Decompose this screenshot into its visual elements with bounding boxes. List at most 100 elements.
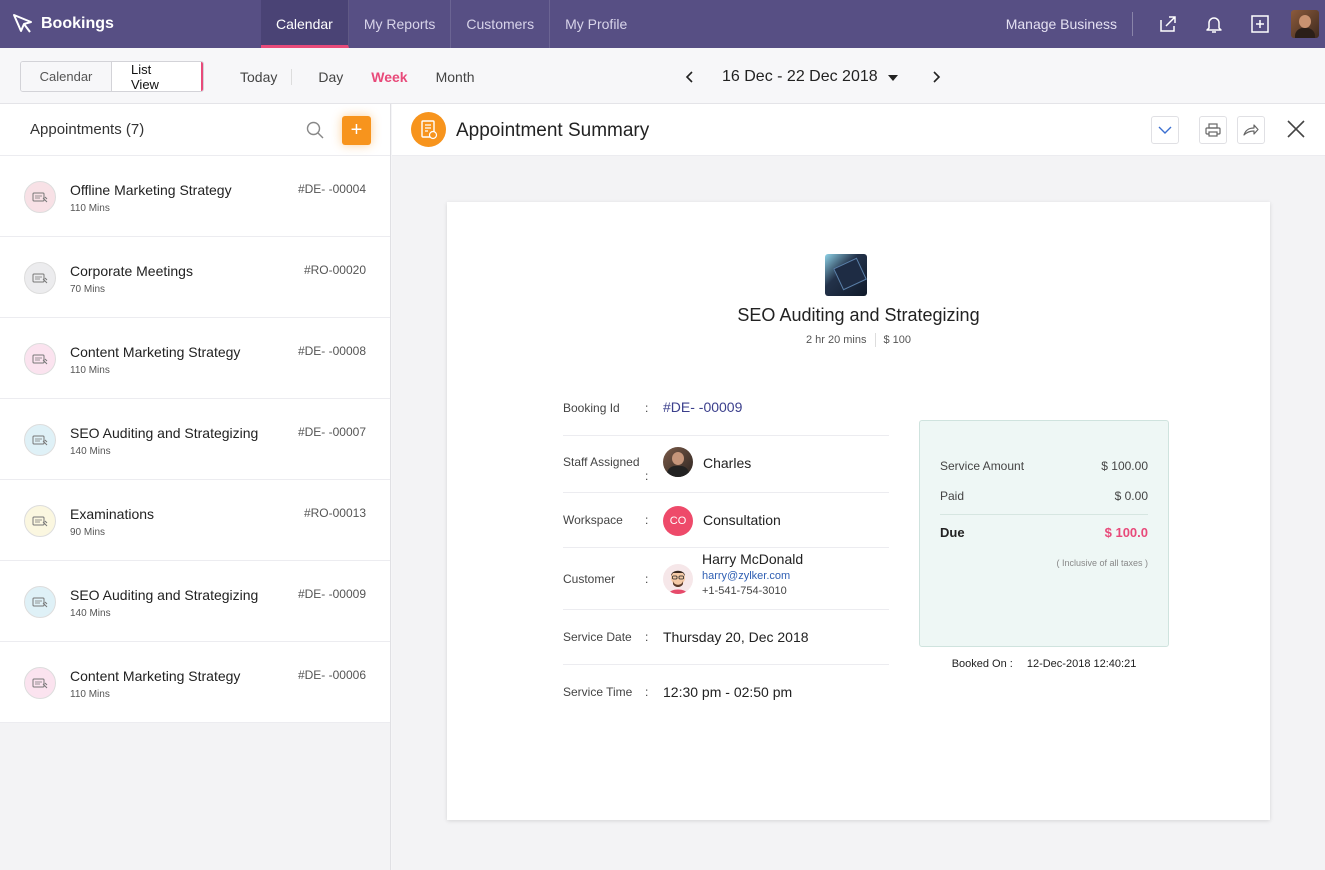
appointment-name: Examinations — [70, 506, 155, 522]
bell-icon[interactable] — [1191, 0, 1237, 48]
chevron-down-icon[interactable] — [887, 68, 898, 86]
service-icon — [24, 181, 56, 213]
paid-value: $ 0.00 — [1114, 489, 1148, 503]
summary-card: SEO Auditing and Strategizing 2 hr 20 mi… — [447, 202, 1270, 820]
customer-avatar — [663, 564, 693, 594]
appointment-id: #DE- -00009 — [297, 587, 366, 601]
appointment-name: Offline Marketing Strategy — [70, 182, 232, 198]
due-line: Due $ 100.0 — [940, 525, 1148, 540]
appointment-list-item[interactable]: Content Marketing Strategy 110 Mins #DE- -… — [0, 318, 390, 399]
booked-on-value: 12-Dec-2018 12:40:21 — [1026, 658, 1137, 670]
appointment-id: #DE- -00008 — [297, 344, 366, 358]
date-range-label[interactable]: 16 Dec - 22 Dec 2018 — [700, 68, 888, 86]
booked-on-label: Booked On : — [951, 658, 1013, 670]
document-icon — [411, 112, 446, 147]
customer-phone: +1-541-754-3010 — [702, 585, 787, 597]
list-view-button[interactable]: List View — [112, 62, 203, 91]
appointments-title: Appointments (7) — [30, 121, 145, 138]
workspace-badge: CO — [663, 506, 693, 536]
prev-week-icon[interactable] — [680, 70, 700, 84]
appointment-duration: 140 Mins — [70, 608, 111, 619]
tax-note: ( Inclusive of all taxes ) — [1056, 558, 1148, 568]
workspace-row: Workspace : CO Consultation — [563, 493, 889, 548]
payment-summary-box: Service Amount $ 100.00 Paid $ 0.00 Due … — [919, 420, 1169, 647]
staff-label: Staff Assigned — [563, 455, 640, 469]
nav-tab-customers[interactable]: Customers — [451, 0, 551, 48]
nav-tab-my-reports[interactable]: My Reports — [349, 0, 452, 48]
customer-email[interactable]: harry@zylker.com — [702, 570, 790, 582]
paid-label: Paid — [940, 489, 965, 503]
service-amount-label: Service Amount — [940, 459, 1025, 473]
staff-row: Staff Assigned : Charles — [563, 436, 889, 493]
booking-id-value: #DE- -00009 — [663, 399, 743, 415]
appointment-list-item[interactable]: SEO Auditing and Strategizing 140 Mins #DE… — [0, 561, 390, 642]
appointment-duration: 140 Mins — [70, 446, 111, 457]
booking-id-row: Booking Id : #DE- -00009 — [563, 390, 889, 436]
next-week-icon[interactable] — [926, 70, 946, 84]
service-icon — [24, 262, 56, 294]
service-icon — [24, 424, 56, 456]
service-amount-line: Service Amount $ 100.00 — [940, 459, 1148, 473]
service-duration: 2 hr 20 mins — [805, 333, 867, 346]
nav-tab-my-profile[interactable]: My Profile — [550, 0, 642, 48]
appointment-duration: 110 Mins — [70, 365, 110, 376]
service-date-value: Thursday 20, Dec 2018 — [663, 629, 809, 645]
add-square-icon[interactable] — [1237, 0, 1283, 48]
add-appointment-button[interactable]: + — [342, 116, 371, 145]
collapse-dropdown-button[interactable] — [1151, 116, 1179, 144]
appointment-id: #RO-00013 — [303, 506, 366, 520]
service-image — [825, 254, 867, 296]
month-view-button[interactable]: Month — [422, 69, 489, 85]
view-toolbar: Calendar List View Today Day Week Month … — [0, 48, 1325, 104]
today-button[interactable]: Today — [226, 68, 293, 85]
payment-divider — [940, 514, 1148, 515]
appointment-id: #RO-00020 — [303, 263, 366, 277]
appointment-list-item[interactable]: Examinations 90 Mins #RO-00013 — [0, 480, 390, 561]
appointment-list-item[interactable]: SEO Auditing and Strategizing 140 Mins #DE… — [0, 399, 390, 480]
appointment-list-item[interactable]: Content Marketing Strategy 110 Mins #DE- -… — [0, 642, 390, 723]
customer-label: Customer — [563, 572, 616, 586]
day-view-button[interactable]: Day — [292, 69, 357, 85]
summary-title: Appointment Summary — [456, 120, 650, 141]
user-avatar[interactable] — [1291, 10, 1319, 38]
staff-avatar — [663, 447, 693, 477]
booking-id-label: Booking Id — [563, 401, 620, 415]
week-view-button[interactable]: Week — [357, 69, 421, 85]
service-time-row: Service Time : 12:30 pm - 02:50 pm — [563, 684, 793, 700]
appointment-name: Content Marketing Strategy — [70, 668, 241, 684]
print-icon[interactable] — [1199, 116, 1227, 144]
app-name: Bookings — [41, 15, 114, 32]
calendar-mode-button[interactable]: Calendar — [21, 62, 112, 91]
service-title: SEO Auditing and Strategizing — [737, 305, 980, 325]
search-icon[interactable] — [305, 120, 325, 140]
service-time-label: Service Time — [563, 685, 633, 699]
due-label: Due — [940, 525, 965, 540]
appointment-duration: 110 Mins — [70, 203, 110, 214]
appointment-duration: 70 Mins — [70, 284, 106, 295]
service-amount-value: $ 100.00 — [1101, 459, 1148, 473]
share-icon[interactable] — [1145, 0, 1191, 48]
nav-tab-calendar[interactable]: Calendar — [261, 0, 349, 48]
appointment-duration: 90 Mins — [70, 527, 106, 538]
service-time-value: 12:30 pm - 02:50 pm — [663, 684, 793, 700]
appointment-id: #DE- -00007 — [297, 425, 366, 439]
service-icon — [24, 505, 56, 537]
brand[interactable]: Bookings — [0, 0, 261, 48]
workspace-name: Consultation — [703, 512, 781, 528]
appointment-id: #DE- -00006 — [297, 668, 366, 682]
appointment-name: Corporate Meetings — [70, 263, 193, 279]
bookings-logo-icon — [13, 14, 32, 33]
manage-business-link[interactable]: Manage Business — [1006, 12, 1133, 36]
forward-icon[interactable] — [1237, 116, 1265, 144]
service-date-label: Service Date — [563, 630, 632, 644]
service-icon — [24, 343, 56, 375]
booked-on: Booked On : 12-Dec-2018 12:40:21 — [919, 658, 1169, 670]
customer-row: Customer : Harry McDonald harry@zylker.c… — [563, 548, 889, 610]
service-icon — [24, 667, 56, 699]
appointments-panel: Appointments (7) + Offline Marketing Str… — [0, 104, 391, 870]
appointment-list-item[interactable]: Offline Marketing Strategy 110 Mins #DE- -… — [0, 156, 390, 237]
close-icon[interactable] — [1285, 118, 1307, 140]
appointment-id: #DE- -00004 — [297, 182, 366, 196]
paid-line: Paid $ 0.00 — [940, 489, 1148, 503]
appointment-list-item[interactable]: Corporate Meetings 70 Mins #RO-00020 — [0, 237, 390, 318]
